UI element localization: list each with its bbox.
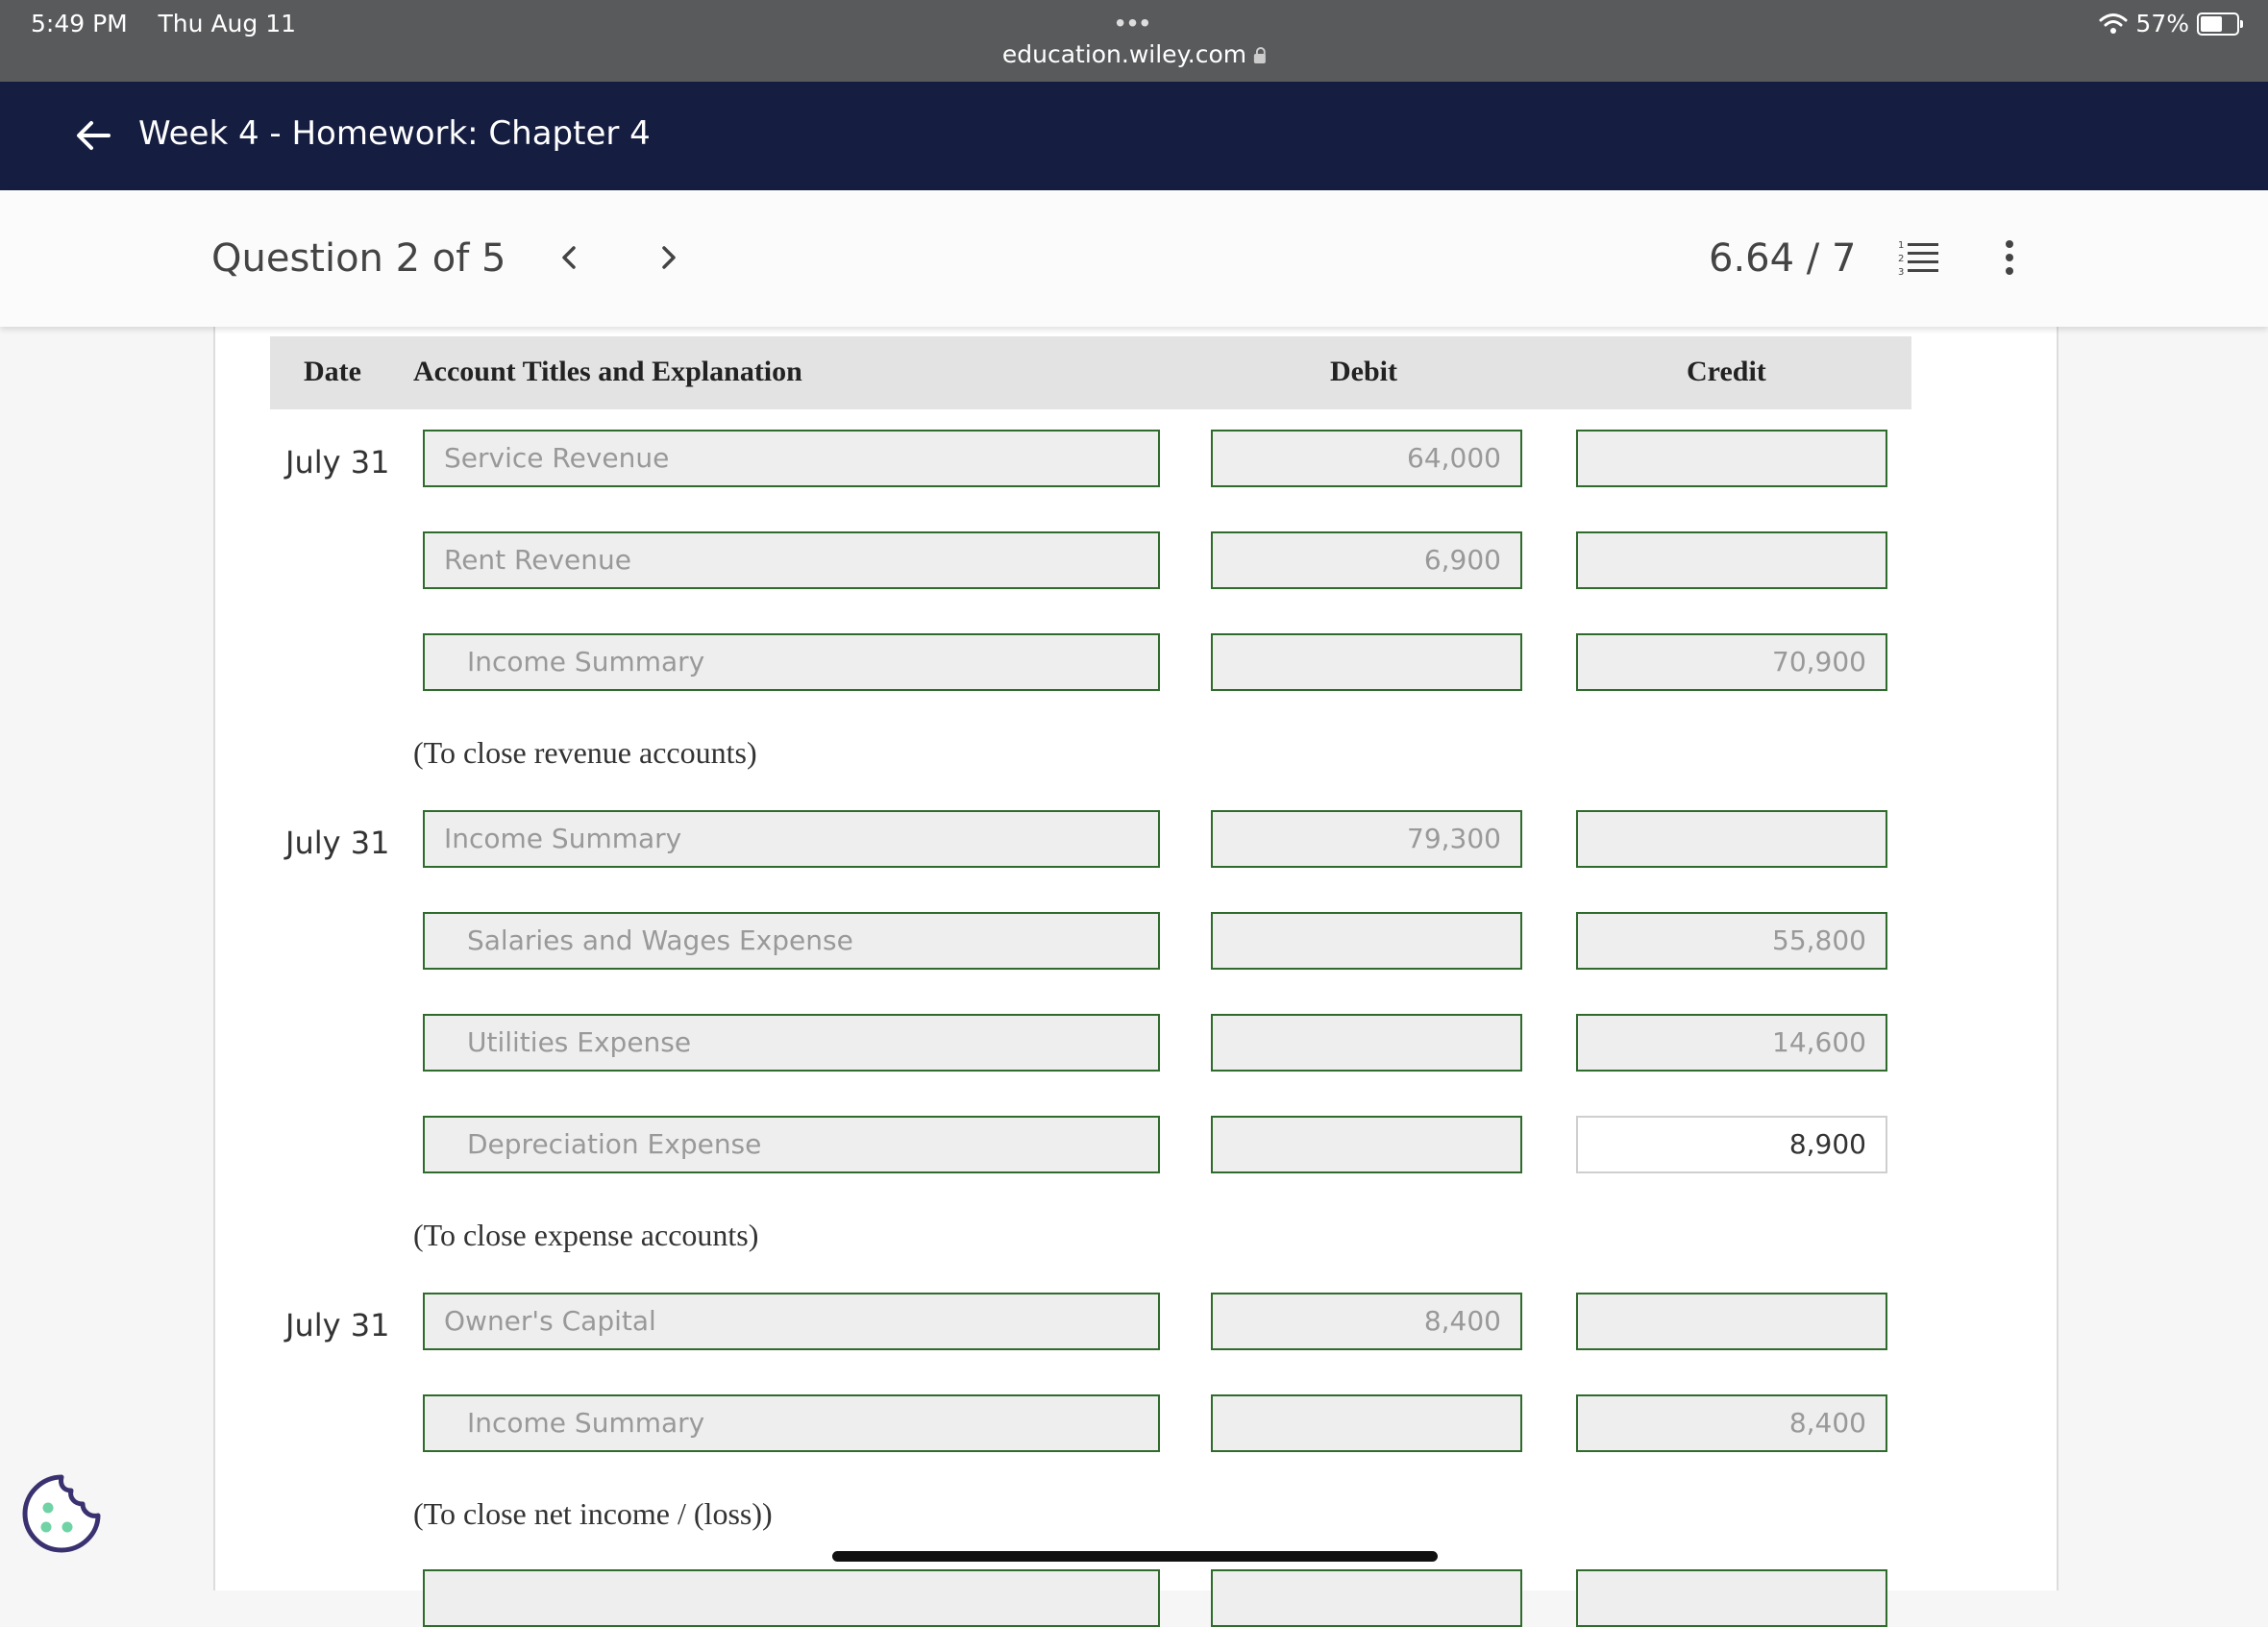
account-field[interactable] xyxy=(423,1569,1160,1627)
credit-field-active[interactable]: 8,900 xyxy=(1576,1116,1887,1173)
credit-field[interactable]: 70,900 xyxy=(1576,633,1887,691)
journal-table-header: Date Account Titles and Explanation Debi… xyxy=(270,336,1911,409)
wifi-icon xyxy=(2099,12,2128,34)
debit-field[interactable] xyxy=(1211,1394,1522,1452)
header-credit: Credit xyxy=(1687,356,1766,387)
home-indicator xyxy=(832,1551,1438,1562)
status-bar: 5:49 PM Thu Aug 11 ••• education.wiley.c… xyxy=(0,0,2268,82)
assignment-title: Week 4 - Homework: Chapter 4 xyxy=(138,114,651,153)
account-field[interactable]: Income Summary xyxy=(423,1394,1160,1452)
header-date: Date xyxy=(304,356,361,387)
status-right: 57% xyxy=(2099,10,2243,37)
top-nav: Week 4 - Homework: Chapter 4 xyxy=(0,82,2268,190)
account-field[interactable]: Utilities Expense xyxy=(423,1014,1160,1072)
back-arrow-icon[interactable] xyxy=(72,114,114,157)
debit-field[interactable]: 79,300 xyxy=(1211,810,1522,868)
account-field[interactable]: Owner's Capital xyxy=(423,1293,1160,1350)
url-text: education.wiley.com xyxy=(1001,40,1247,68)
status-time: 5:49 PM xyxy=(31,10,128,37)
debit-field[interactable]: 8,400 xyxy=(1211,1293,1522,1350)
more-options-icon[interactable] xyxy=(1999,238,2020,277)
credit-field[interactable]: 8,400 xyxy=(1576,1394,1887,1452)
cookie-settings-icon[interactable] xyxy=(21,1473,102,1554)
status-time-date: 5:49 PM Thu Aug 11 xyxy=(31,10,296,37)
status-date: Thu Aug 11 xyxy=(158,10,297,37)
entry-date: July 31 xyxy=(285,1307,390,1344)
credit-field[interactable]: 14,600 xyxy=(1576,1014,1887,1072)
header-debit: Debit xyxy=(1330,356,1397,387)
debit-field[interactable]: 6,900 xyxy=(1211,531,1522,589)
credit-field[interactable] xyxy=(1576,430,1887,487)
score-display: 6.64 / 7 xyxy=(1709,236,1857,281)
previous-question-icon[interactable] xyxy=(550,238,588,277)
credit-field[interactable] xyxy=(1576,1569,1887,1627)
question-bar: Question 2 of 5 6.64 / 7 1 2 3 xyxy=(0,190,2268,327)
entry-explanation: (To close net income / (loss)) xyxy=(413,1496,773,1531)
entry-explanation: (To close revenue accounts) xyxy=(413,735,757,770)
battery-icon xyxy=(2197,12,2243,36)
question-list-icon[interactable]: 1 2 3 xyxy=(1898,238,1938,277)
debit-field[interactable]: 64,000 xyxy=(1211,430,1522,487)
account-field[interactable]: Rent Revenue xyxy=(423,531,1160,589)
entry-date: July 31 xyxy=(285,444,390,481)
svg-text:2: 2 xyxy=(1898,254,1904,264)
address-bar[interactable]: education.wiley.com xyxy=(1001,40,1267,68)
debit-field[interactable] xyxy=(1211,1116,1522,1173)
debit-field[interactable] xyxy=(1211,1569,1522,1627)
credit-field[interactable] xyxy=(1576,1293,1887,1350)
header-account: Account Titles and Explanation xyxy=(413,356,802,387)
credit-field[interactable] xyxy=(1576,810,1887,868)
battery-percent: 57% xyxy=(2135,10,2189,37)
account-field[interactable]: Service Revenue xyxy=(423,430,1160,487)
question-label: Question 2 of 5 xyxy=(211,236,506,281)
lock-icon xyxy=(1254,47,1267,63)
debit-field[interactable] xyxy=(1211,633,1522,691)
credit-field[interactable]: 55,800 xyxy=(1576,912,1887,970)
debit-field[interactable] xyxy=(1211,912,1522,970)
svg-text:3: 3 xyxy=(1898,267,1904,277)
account-field[interactable]: Salaries and Wages Expense xyxy=(423,912,1160,970)
browser-menu-dots[interactable]: ••• xyxy=(1116,8,1152,38)
account-field[interactable]: Depreciation Expense xyxy=(423,1116,1160,1173)
entry-explanation: (To close expense accounts) xyxy=(413,1218,759,1252)
debit-field[interactable] xyxy=(1211,1014,1522,1072)
credit-field[interactable] xyxy=(1576,531,1887,589)
account-field[interactable]: Income Summary xyxy=(423,633,1160,691)
svg-text:1: 1 xyxy=(1898,240,1904,251)
next-question-icon[interactable] xyxy=(650,238,688,277)
account-field[interactable]: Income Summary xyxy=(423,810,1160,868)
entry-date: July 31 xyxy=(285,825,390,861)
